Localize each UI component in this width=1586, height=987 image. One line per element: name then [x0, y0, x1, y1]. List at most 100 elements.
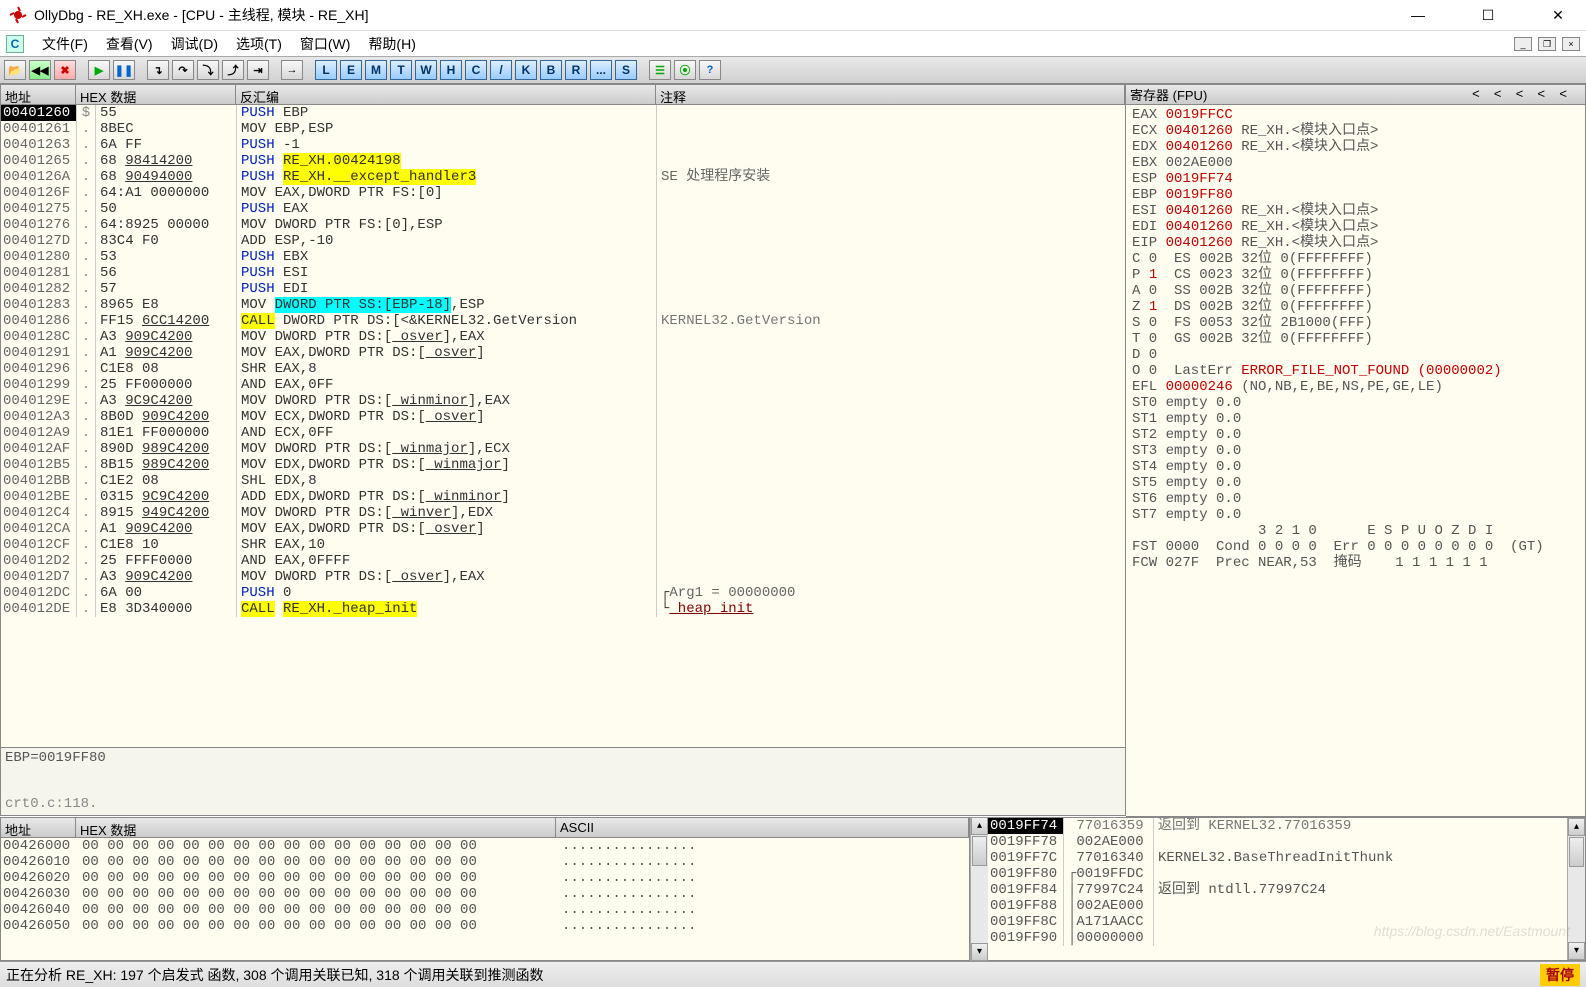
register-line[interactable]: EIP 00401260 RE_XH.<模块入口点> [1132, 235, 1579, 251]
help-button[interactable]: ? [699, 60, 721, 80]
stack-row[interactable]: 0019FF80┌0019FFDC [988, 866, 1567, 882]
rewind-button[interactable]: ◀◀ [29, 60, 51, 80]
dump-row[interactable]: 0042604000 00 00 00 00 00 00 00 00 00 00… [3, 902, 969, 918]
disasm-row[interactable]: 00401263.6A FFPUSH -1 [1, 137, 1125, 153]
register-line[interactable]: ESP 0019FF74 [1132, 171, 1579, 187]
dump-row[interactable]: 0042603000 00 00 00 00 00 00 00 00 00 00… [3, 886, 969, 902]
disasm-row[interactable]: 0040126F.64:A1 0000000MOV EAX,DWORD PTR … [1, 185, 1125, 201]
dump-row[interactable]: 0042601000 00 00 00 00 00 00 00 00 00 00… [3, 854, 969, 870]
disasm-row[interactable]: 0040127D.83C4 F0ADD ESP,-10 [1, 233, 1125, 249]
register-line[interactable]: P 1 CS 0023 32位 0(FFFFFFFF) [1132, 267, 1579, 283]
disasm-row[interactable]: 004012D2.25 FFFF0000AND EAX,0FFFF [1, 553, 1125, 569]
dump-col-addr[interactable]: 地址 [1, 818, 76, 837]
register-line[interactable]: ST1 empty 0.0 [1132, 411, 1579, 427]
trace-over-button[interactable]: ⤴ [222, 60, 244, 80]
goto-button[interactable]: → [281, 60, 303, 80]
disasm-row[interactable]: 0040129E.A3 9C9C4200MOV DWORD PTR DS:[_w… [1, 393, 1125, 409]
dump-col-ascii[interactable]: ASCII [556, 818, 969, 837]
mdi-restore[interactable]: ❐ [1538, 37, 1556, 51]
letter-C-button[interactable]: C [465, 60, 487, 80]
register-line[interactable]: ST4 empty 0.0 [1132, 459, 1579, 475]
disasm-row[interactable]: 004012BB.C1E2 08SHL EDX,8 [1, 473, 1125, 489]
disasm-row[interactable]: 00401261.8BECMOV EBP,ESP [1, 121, 1125, 137]
menu-view[interactable]: 查看(V) [106, 34, 153, 54]
disasm-row[interactable]: 00401260$55PUSH EBP [1, 105, 1125, 121]
stack-row[interactable]: 0019FF8C│A171AACC [988, 914, 1567, 930]
menu-options[interactable]: 选项(T) [236, 34, 282, 54]
disasm-row[interactable]: 00401265.68 98414200PUSH RE_XH.00424198 [1, 153, 1125, 169]
disasm-row[interactable]: 004012A3.8B0D 909C4200MOV ECX,DWORD PTR … [1, 409, 1125, 425]
disasm-row[interactable]: 00401296.C1E8 08SHR EAX,8 [1, 361, 1125, 377]
disasm-row[interactable]: 004012C4.8915 949C4200MOV DWORD PTR DS:[… [1, 505, 1125, 521]
disasm-row[interactable]: 00401283.8965 E8MOV DWORD PTR SS:[EBP-18… [1, 297, 1125, 313]
disasm-row[interactable]: 00401281.56PUSH ESI [1, 265, 1125, 281]
disasm-row[interactable]: 004012AF.890D 989C4200MOV DWORD PTR DS:[… [1, 441, 1125, 457]
letter-H-button[interactable]: H [440, 60, 462, 80]
register-line[interactable]: Z 1 DS 002B 32位 0(FFFFFFFF) [1132, 299, 1579, 315]
disasm-row[interactable]: 00401291.A1 909C4200MOV EAX,DWORD PTR DS… [1, 345, 1125, 361]
register-line[interactable]: FST 0000 Cond 0 0 0 0 Err 0 0 0 0 0 0 0 … [1132, 539, 1579, 555]
stack-row[interactable]: 0019FF74 77016359返回到 KERNEL32.77016359 [988, 818, 1567, 834]
disasm-row[interactable]: 0040128C.A3 909C4200MOV DWORD PTR DS:[_o… [1, 329, 1125, 345]
letter-/-button[interactable]: / [490, 60, 512, 80]
disasm-row[interactable]: 0040126A.68 90494000PUSH RE_XH.__except_… [1, 169, 1125, 185]
register-line[interactable]: D 0 [1132, 347, 1579, 363]
register-line[interactable]: O 0 LastErr ERROR_FILE_NOT_FOUND (000000… [1132, 363, 1579, 379]
scroll-down-icon[interactable]: ▾ [971, 943, 988, 961]
dump-pane[interactable]: 地址 HEX 数据 ASCII 0042600000 00 00 00 00 0… [0, 817, 970, 961]
letter-B-button[interactable]: B [540, 60, 562, 80]
col-disasm[interactable]: 反汇编 [236, 85, 656, 104]
col-comment[interactable]: 注释 [656, 85, 1125, 104]
disasm-row[interactable]: 00401282.57PUSH EDI [1, 281, 1125, 297]
stack-pane[interactable]: 0019FF74 77016359返回到 KERNEL32.7701635900… [988, 817, 1586, 961]
register-line[interactable]: ECX 00401260 RE_XH.<模块入口点> [1132, 123, 1579, 139]
disasm-row[interactable]: 004012CA.A1 909C4200MOV EAX,DWORD PTR DS… [1, 521, 1125, 537]
letter-S-button[interactable]: S [615, 60, 637, 80]
register-line[interactable]: EFL 00000246 (NO,NB,E,BE,NS,PE,GE,LE) [1132, 379, 1579, 395]
trace-into-button[interactable]: ⤵ [197, 60, 219, 80]
letter-R-button[interactable]: R [565, 60, 587, 80]
mdi-close[interactable]: × [1562, 37, 1580, 51]
execute-till-return-button[interactable]: ⇥ [247, 60, 269, 80]
scroll-up-icon[interactable]: ▴ [1568, 818, 1585, 836]
run-button[interactable]: ▶ [88, 60, 110, 80]
register-line[interactable]: ESI 00401260 RE_XH.<模块入口点> [1132, 203, 1579, 219]
letter-T-button[interactable]: T [390, 60, 412, 80]
cpu-icon[interactable]: C [6, 35, 24, 53]
register-line[interactable]: 3 2 1 0 E S P U O Z D I [1132, 523, 1579, 539]
letter-K-button[interactable]: K [515, 60, 537, 80]
stack-scrollbar[interactable]: ▴ ▾ [1567, 818, 1585, 960]
disasm-row[interactable]: 004012BE.0315 9C9C4200ADD EDX,DWORD PTR … [1, 489, 1125, 505]
pause-button[interactable]: ❚❚ [113, 60, 135, 80]
register-line[interactable]: EBX 002AE000 [1132, 155, 1579, 171]
letter-L-button[interactable]: L [315, 60, 337, 80]
dump-scrollbar[interactable]: ▴ ▾ [970, 817, 988, 961]
register-line[interactable]: EBP 0019FF80 [1132, 187, 1579, 203]
disasm-row[interactable]: 004012CF.C1E8 10SHR EAX,10 [1, 537, 1125, 553]
scroll-thumb[interactable] [1569, 837, 1584, 867]
letter-...-button[interactable]: ... [590, 60, 612, 80]
letter-M-button[interactable]: M [365, 60, 387, 80]
col-address[interactable]: 地址 [1, 85, 76, 104]
register-line[interactable]: FCW 027F Prec NEAR,53 掩码 1 1 1 1 1 1 [1132, 555, 1579, 571]
stack-row[interactable]: 0019FF78 002AE000 [988, 834, 1567, 850]
maximize-button[interactable]: ☐ [1468, 1, 1508, 29]
register-line[interactable]: EDX 00401260 RE_XH.<模块入口点> [1132, 139, 1579, 155]
step-over-button[interactable]: ↷ [172, 60, 194, 80]
register-line[interactable]: ST3 empty 0.0 [1132, 443, 1579, 459]
reg-nav-arrows[interactable]: <<<<< [1472, 87, 1581, 102]
register-line[interactable]: ST6 empty 0.0 [1132, 491, 1579, 507]
register-line[interactable]: ST0 empty 0.0 [1132, 395, 1579, 411]
menu-file[interactable]: 文件(F) [42, 34, 88, 54]
disasm-row[interactable]: 004012B5.8B15 989C4200MOV EDX,DWORD PTR … [1, 457, 1125, 473]
disasm-row[interactable]: 00401275.50PUSH EAX [1, 201, 1125, 217]
close-button[interactable]: ✕ [1538, 1, 1578, 29]
close-file-button[interactable]: ✖ [54, 60, 76, 80]
options2-button[interactable]: ⦿ [674, 60, 696, 80]
minimize-button[interactable]: — [1398, 1, 1438, 29]
dump-row[interactable]: 0042600000 00 00 00 00 00 00 00 00 00 00… [3, 838, 969, 854]
menu-window[interactable]: 窗口(W) [300, 34, 351, 54]
disasm-row[interactable]: 004012D7.A3 909C4200MOV DWORD PTR DS:[_o… [1, 569, 1125, 585]
disasm-row[interactable]: 00401280.53PUSH EBX [1, 249, 1125, 265]
disasm-row[interactable]: 00401299.25 FF000000AND EAX,0FF [1, 377, 1125, 393]
